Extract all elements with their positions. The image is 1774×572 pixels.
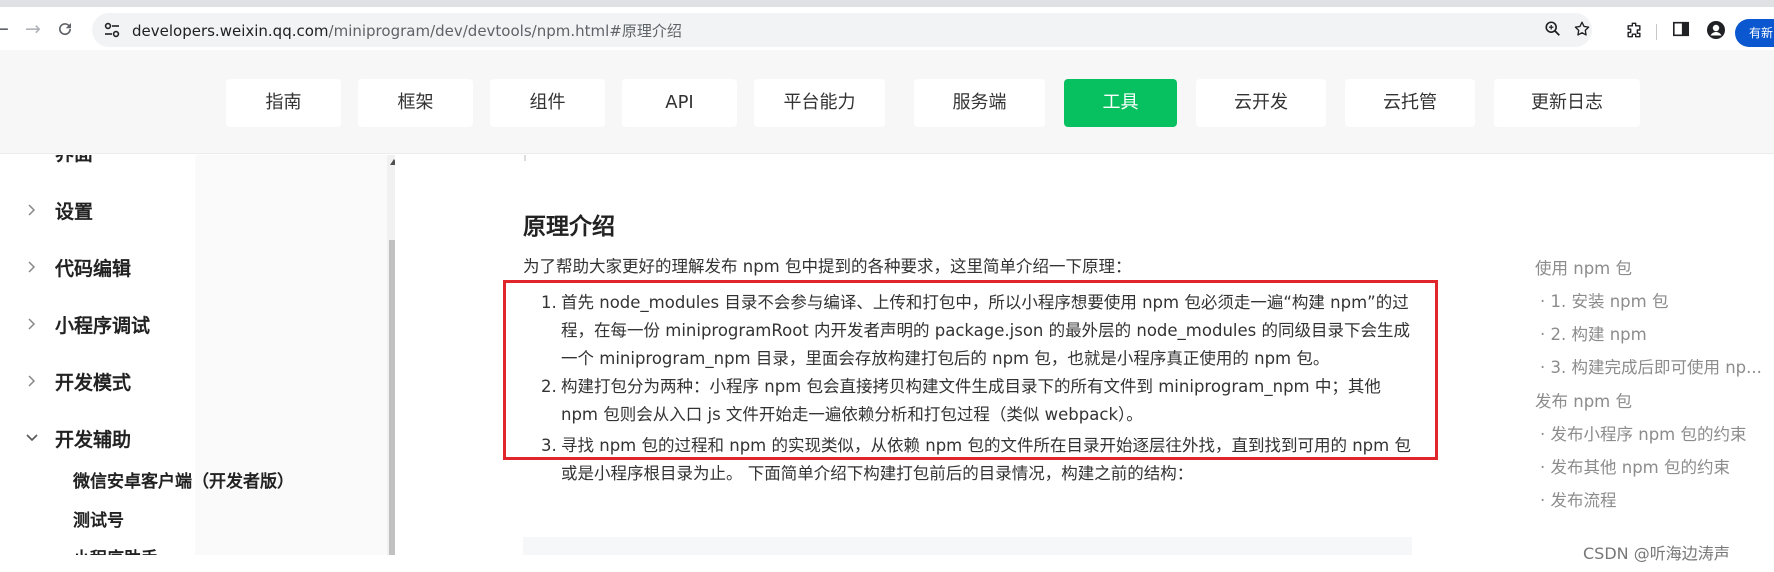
tab-api[interactable]: API	[622, 79, 737, 127]
sidebar-item-settings[interactable]: 设置	[0, 191, 380, 231]
toc-item[interactable]: 发布 npm 包	[1535, 388, 1632, 412]
sidebar-item-dev-assist[interactable]: 开发辅助	[0, 419, 380, 459]
bookmark-star-icon[interactable]	[1573, 20, 1593, 40]
section-heading: 原理介绍	[523, 214, 615, 240]
sidebar-subitem-test-account[interactable]: 测试号	[73, 506, 124, 531]
sidebar-item-label: 界面	[55, 155, 93, 166]
sidebar-scrollbar-thumb[interactable]	[389, 240, 395, 555]
sidebar-item-code-edit[interactable]: 代码编辑	[0, 248, 380, 288]
zoom-icon[interactable]	[1544, 20, 1564, 40]
site-info-icon[interactable]	[102, 20, 122, 40]
sidebar-item-label: 小程序调试	[55, 315, 151, 337]
highlight-box	[503, 280, 1438, 460]
sidebar-item-interface[interactable]: 界面	[0, 155, 380, 173]
sidebar-subitem-android-dev-client[interactable]: 微信安卓客户端（开发者版）	[73, 467, 294, 492]
chevron-right-icon	[24, 202, 40, 218]
extensions-icon[interactable]	[1624, 20, 1646, 42]
tab-components[interactable]: 组件	[490, 79, 605, 127]
sidebar-item-label: 代码编辑	[55, 258, 132, 280]
sidebar-item-dev-mode[interactable]: 开发模式	[0, 362, 380, 402]
back-icon[interactable]: ←	[0, 16, 14, 42]
tab-framework[interactable]: 框架	[358, 79, 473, 127]
docs-sidebar: 界面 设置 代码编辑 小程序调试 开发模式 开发辅助 微信安卓客户端（开发者版）…	[0, 155, 395, 555]
tab-tools[interactable]: 工具	[1064, 79, 1177, 127]
sidebar-item-label: 设置	[55, 201, 94, 223]
docs-top-nav: 指南 框架 组件 API 平台能力 服务端 工具 云开发 云托管 更新日志	[0, 50, 1774, 154]
scroll-up-arrow-icon[interactable]	[390, 159, 395, 165]
tab-guide[interactable]: 指南	[226, 79, 341, 127]
reload-icon[interactable]	[52, 16, 78, 42]
url-host: developers.weixin.qq.com	[132, 22, 329, 40]
section-intro: 为了帮助大家更好的理解发布 npm 包中提到的各种要求，这里简单介绍一下原理：	[523, 257, 1132, 276]
sidebar-item-label: 开发模式	[55, 372, 132, 394]
chevron-down-icon	[24, 430, 40, 446]
update-button[interactable]: 有新	[1735, 19, 1774, 47]
watermark: CSDN @听海边涛声	[1583, 544, 1730, 563]
sidebar-item-label: 开发辅助	[55, 429, 132, 451]
tab-server[interactable]: 服务端	[914, 79, 1045, 127]
toc-item[interactable]: · 发布小程序 npm 包的约束	[1540, 421, 1746, 445]
chevron-right-icon	[24, 373, 40, 389]
tab-changelog[interactable]: 更新日志	[1494, 79, 1640, 127]
forward-icon[interactable]: →	[20, 16, 46, 42]
browser-toolbar: ← → developers.weixin.qq.com/miniprogram…	[0, 0, 1774, 50]
toc-item[interactable]: · 2. 构建 npm	[1540, 321, 1647, 345]
toc-item[interactable]: · 3. 构建完成后即可使用 np...	[1540, 354, 1762, 378]
code-block-top	[523, 537, 1412, 555]
sidebar-subitem-assistant[interactable]: 小程序助手	[73, 544, 158, 555]
prev-block-edge	[524, 155, 526, 161]
url-text: developers.weixin.qq.com/miniprogram/dev…	[132, 20, 682, 41]
toolbar-separator	[1656, 24, 1657, 40]
toc-item[interactable]: · 1. 安装 npm 包	[1540, 288, 1668, 312]
profile-icon[interactable]	[1706, 20, 1728, 42]
sidebar-item-debugging[interactable]: 小程序调试	[0, 305, 380, 345]
toc-item[interactable]: 使用 npm 包	[1535, 255, 1632, 279]
side-panel-icon[interactable]	[1672, 20, 1694, 42]
url-path: /miniprogram/dev/devtools/npm.html#原理介绍	[328, 22, 682, 40]
chevron-right-icon	[24, 316, 40, 332]
tab-cloud-hosting[interactable]: 云托管	[1345, 79, 1475, 127]
toc-item[interactable]: · 发布其他 npm 包的约束	[1540, 454, 1730, 478]
chevron-right-icon	[24, 259, 40, 275]
toc-item[interactable]: · 发布流程	[1540, 487, 1617, 511]
address-bar[interactable]: developers.weixin.qq.com/miniprogram/dev…	[92, 13, 1592, 47]
tab-platform-capabilities[interactable]: 平台能力	[754, 79, 885, 127]
tab-cloud-dev[interactable]: 云开发	[1196, 79, 1326, 127]
